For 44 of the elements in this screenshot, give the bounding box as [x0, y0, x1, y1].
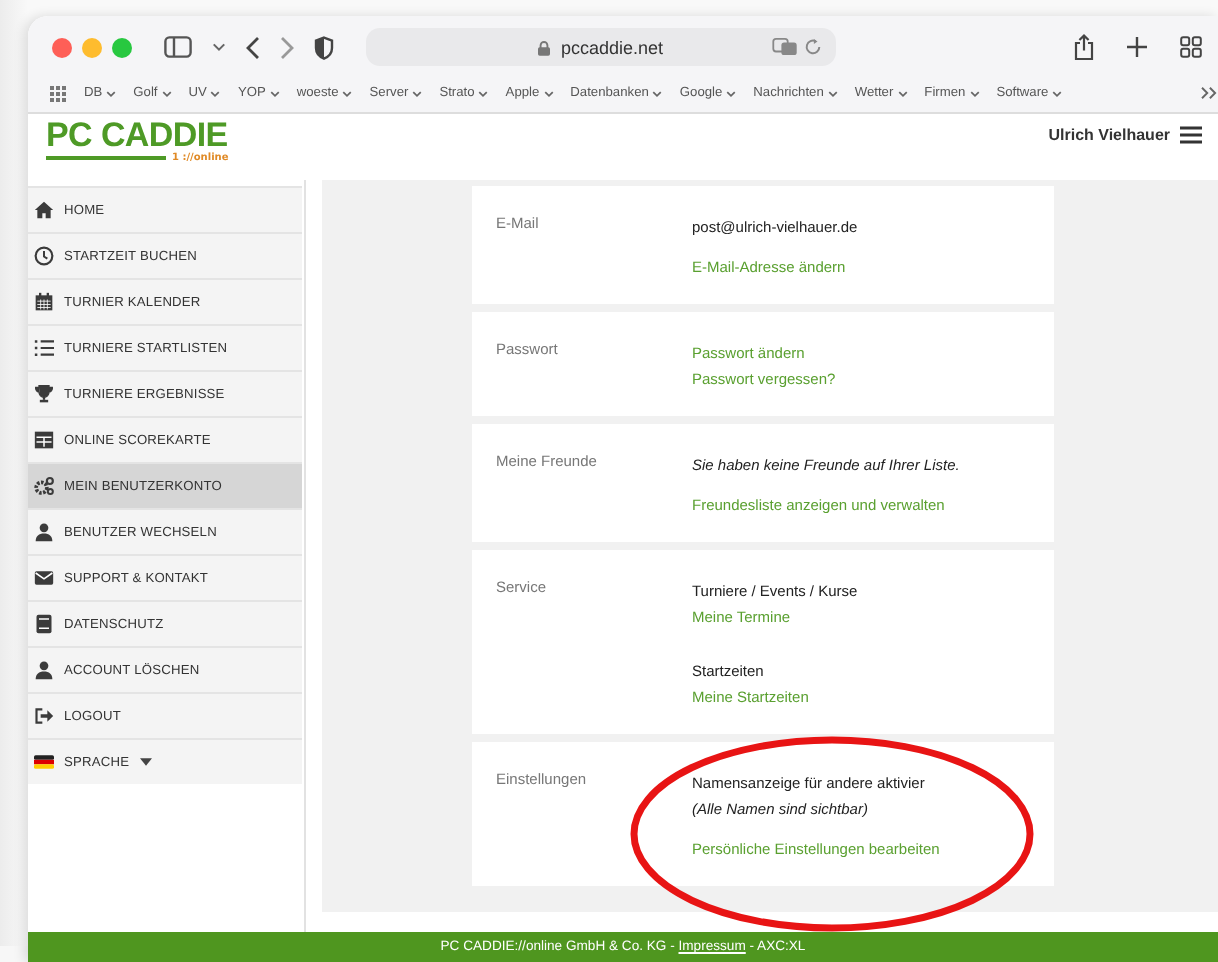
address-text: pccaddie.net — [560, 37, 664, 57]
back-icon[interactable] — [246, 35, 260, 59]
chevron-down-icon — [342, 89, 353, 97]
chevron-down-icon — [726, 89, 737, 97]
logo-text[interactable]: PC CADDIE — [46, 118, 229, 154]
german-flag-icon — [34, 752, 54, 772]
trophy-icon — [34, 384, 54, 404]
lock-icon — [538, 39, 551, 55]
chevron-down-icon — [969, 89, 980, 97]
list-icon — [34, 338, 54, 358]
chevron-down-icon — [543, 89, 554, 97]
calendar-icon — [34, 292, 54, 312]
menu-icon[interactable] — [1180, 126, 1202, 144]
more-icon[interactable] — [1200, 86, 1218, 100]
gears-icon — [34, 476, 54, 496]
share-icon[interactable] — [1074, 34, 1094, 60]
chevron-down-icon — [827, 89, 838, 97]
chevron-down-icon — [412, 89, 423, 97]
shield-icon[interactable] — [314, 35, 334, 59]
user-name[interactable]: Ulrich Vielhauer — [1048, 126, 1170, 144]
reload-icon[interactable] — [804, 38, 822, 56]
chevron-down-icon — [106, 89, 117, 97]
clock-icon — [34, 246, 54, 266]
book-icon — [34, 614, 54, 634]
user-icon — [34, 660, 54, 680]
address-bar[interactable]: pccaddie.net — [366, 28, 836, 66]
chevron-down-icon — [652, 89, 663, 97]
plus-icon[interactable] — [1126, 36, 1148, 58]
user-icon — [34, 522, 54, 542]
tab-overview-icon[interactable] — [1180, 36, 1202, 58]
sidebar-toggle-icon[interactable] — [164, 36, 192, 58]
table-icon — [34, 430, 54, 450]
chevron-down-icon — [1052, 89, 1063, 97]
chevron-down-icon — [161, 89, 172, 97]
house-icon — [34, 200, 54, 220]
chevron-down-icon — [478, 89, 489, 97]
forward-icon[interactable] — [280, 35, 294, 59]
envelope-icon — [34, 568, 54, 588]
sign-out-icon — [34, 706, 54, 726]
apps-grid-icon[interactable] — [50, 85, 66, 101]
chevron-down-icon — [897, 89, 908, 97]
chevron-down-icon — [210, 89, 221, 97]
chevron-down-icon[interactable] — [212, 42, 226, 52]
chevron-down-icon — [269, 89, 280, 97]
